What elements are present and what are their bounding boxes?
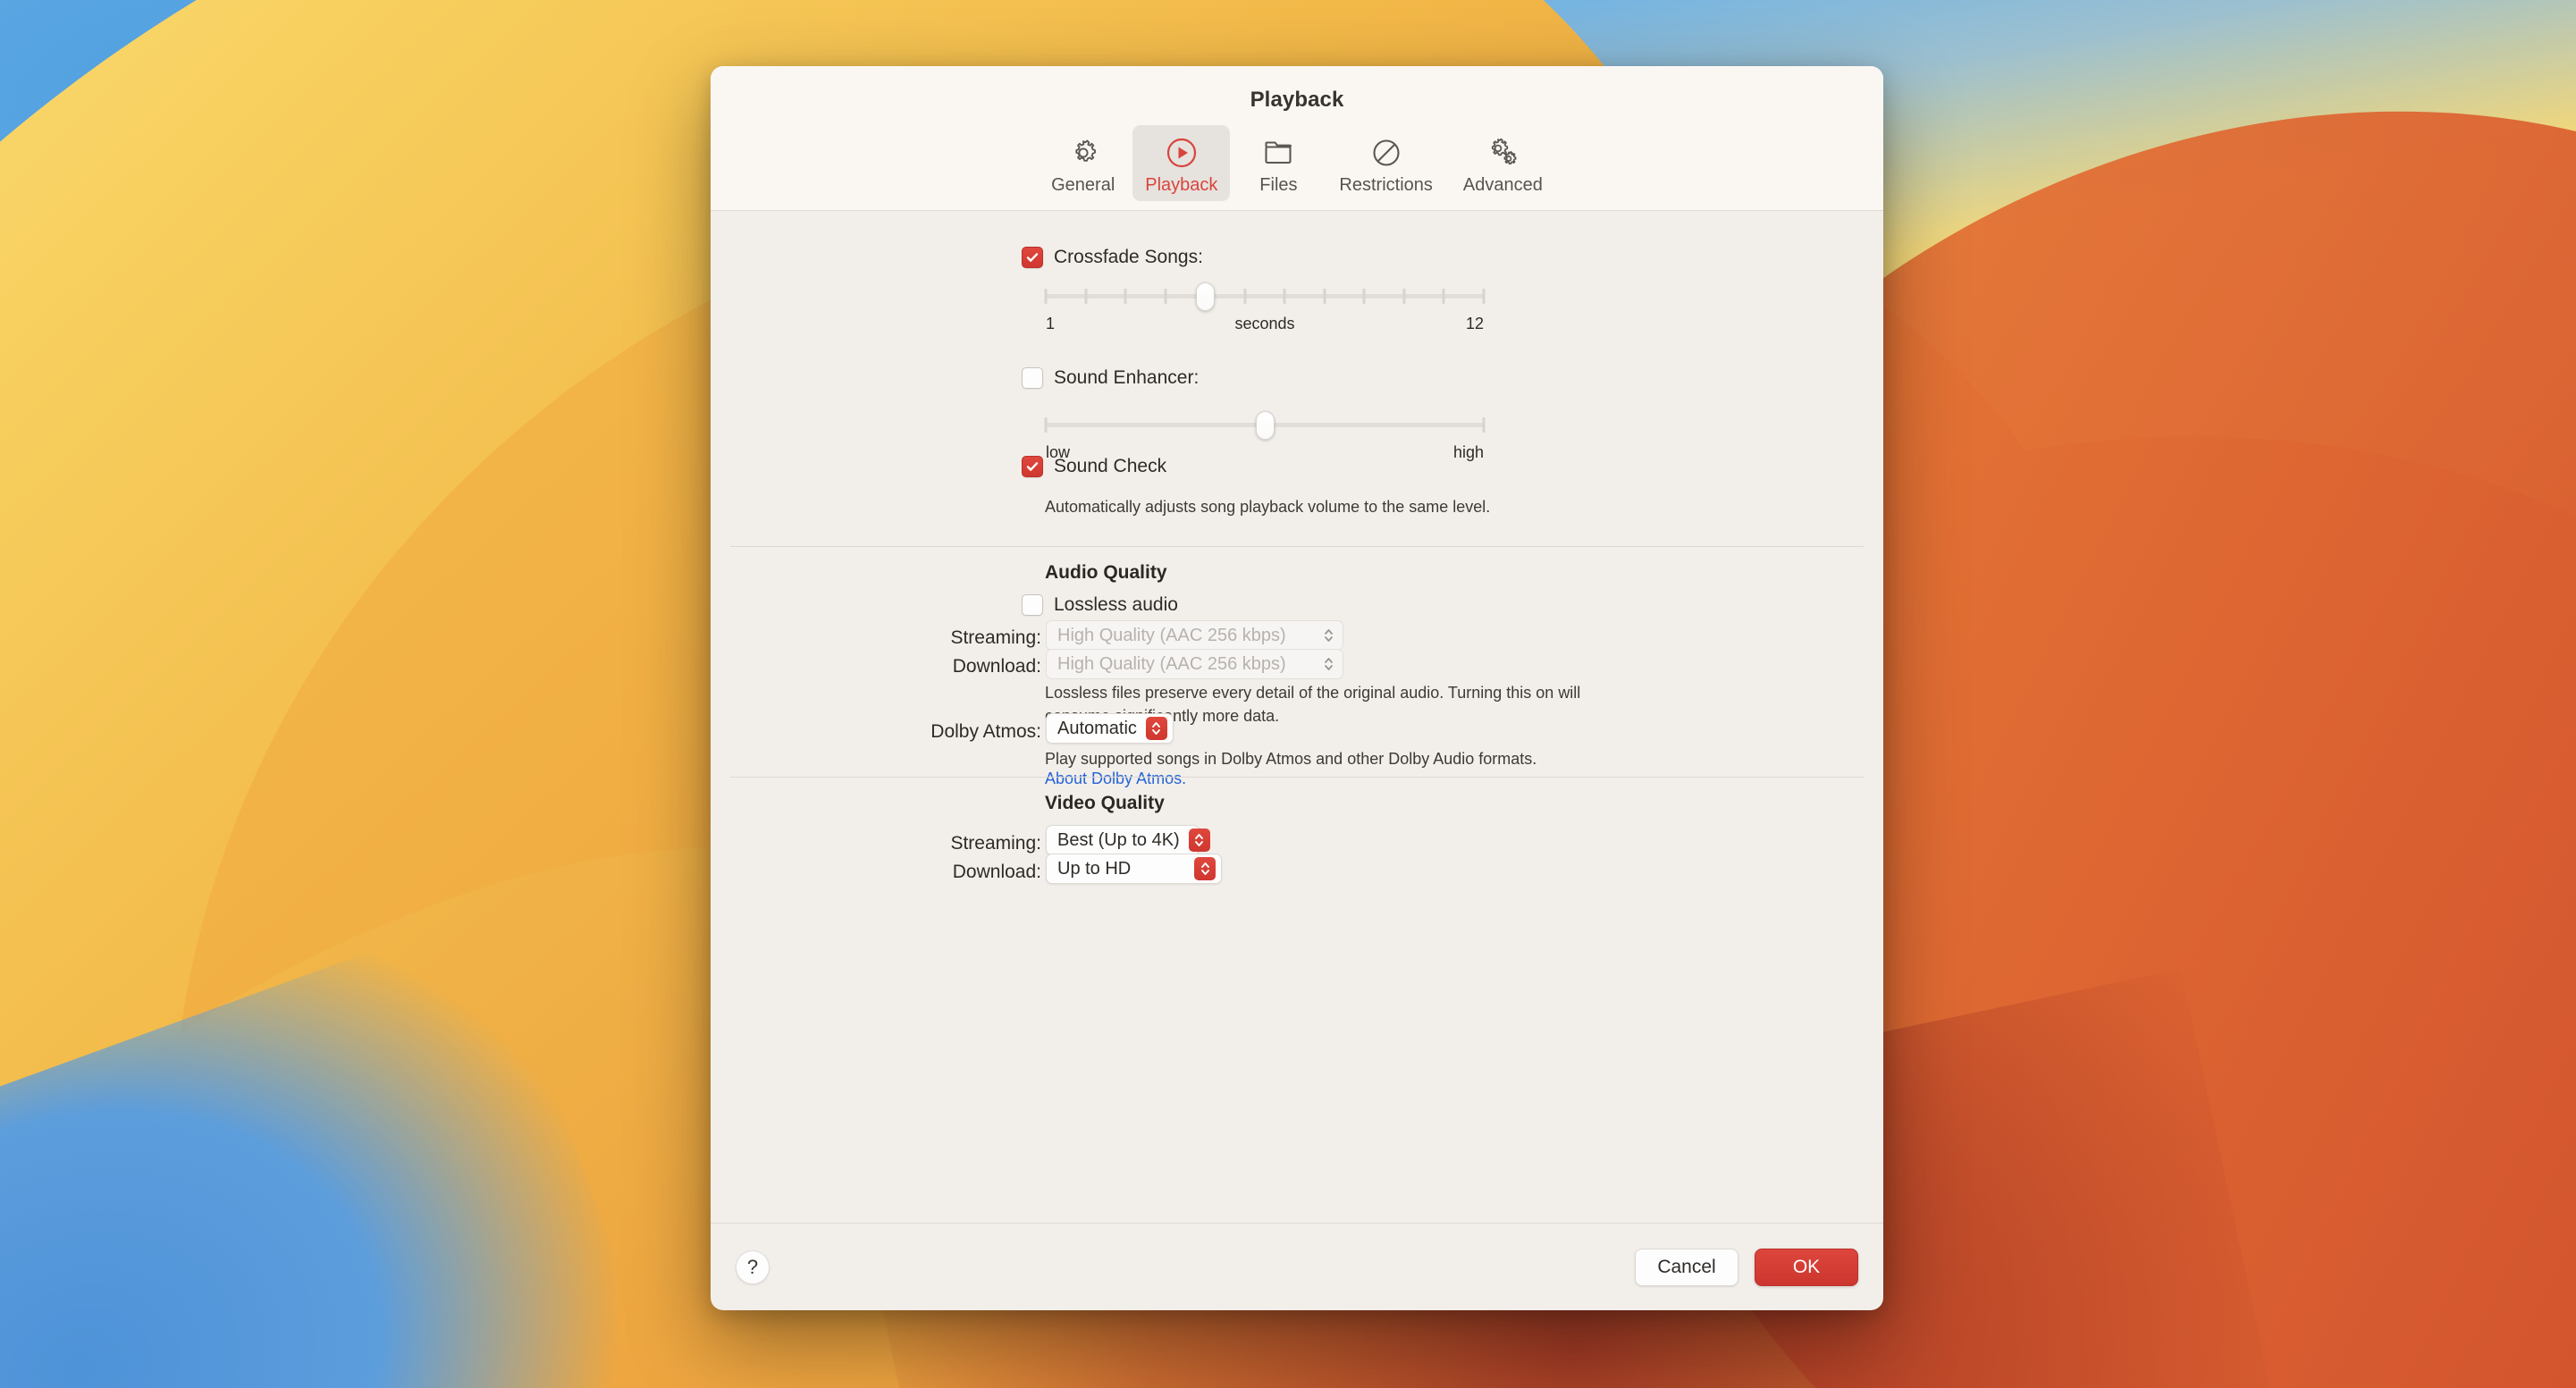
divider-audio-quality	[730, 546, 1864, 547]
crossfade-slider-group[interactable]: 1 seconds 12	[1046, 281, 1484, 333]
help-button[interactable]: ?	[736, 1250, 770, 1284]
audio-quality-heading: Audio Quality	[1045, 562, 1167, 584]
chevron-updown-icon	[1319, 624, 1337, 647]
crossfade-unit-label: seconds	[1234, 315, 1294, 333]
dolby-atmos-description: Play supported songs in Dolby Atmos and …	[1045, 747, 1724, 770]
sound-check-description: Automatically adjusts song playback volu…	[1045, 495, 1671, 518]
tab-restrictions-label: Restrictions	[1339, 175, 1432, 196]
video-streaming-value: Best (Up to 4K)	[1057, 830, 1180, 851]
audio-download-dropdown[interactable]: High Quality (AAC 256 kbps)	[1046, 649, 1343, 679]
slider-thumb[interactable]	[1256, 411, 1275, 440]
slider-tick	[1243, 289, 1246, 304]
preferences-dialog: Playback General Playba	[711, 66, 1883, 1310]
tab-playback[interactable]: Playback	[1132, 125, 1230, 201]
audio-download-value: High Quality (AAC 256 kbps)	[1057, 654, 1286, 675]
tab-advanced-label: Advanced	[1463, 175, 1543, 196]
double-gear-icon	[1482, 132, 1523, 173]
sound-enhancer-checkbox[interactable]	[1022, 367, 1043, 389]
slider-tick	[1483, 417, 1486, 433]
video-streaming-label: Streaming:	[871, 833, 1041, 854]
chevron-updown-icon	[1194, 857, 1216, 880]
slider-tick	[1084, 289, 1087, 304]
slider-tick	[1045, 417, 1048, 433]
divider-video-quality	[730, 777, 1864, 778]
video-download-dropdown[interactable]: Up to HD	[1046, 854, 1222, 884]
preferences-toolbar: General Playback Files	[711, 113, 1883, 210]
tab-general[interactable]: General	[1039, 125, 1127, 201]
tab-playback-label: Playback	[1145, 175, 1217, 196]
crossfade-songs-label: Crossfade Songs:	[1054, 247, 1203, 268]
lossless-audio-checkbox[interactable]	[1022, 594, 1043, 616]
cancel-button[interactable]: Cancel	[1635, 1249, 1738, 1286]
slider-tick	[1443, 289, 1445, 304]
sound-enhancer-slider-group[interactable]: low high	[1046, 409, 1484, 462]
dolby-atmos-dropdown[interactable]: Automatic	[1046, 713, 1174, 744]
slider-tick	[1284, 289, 1286, 304]
audio-streaming-label: Streaming:	[871, 627, 1041, 649]
ok-button[interactable]: OK	[1755, 1249, 1858, 1286]
tab-files[interactable]: Files	[1235, 125, 1321, 201]
sound-check-label: Sound Check	[1054, 456, 1166, 477]
crossfade-max-label: 12	[1466, 315, 1484, 333]
audio-streaming-dropdown[interactable]: High Quality (AAC 256 kbps)	[1046, 620, 1343, 651]
video-quality-heading: Video Quality	[1045, 793, 1165, 814]
no-entry-icon	[1366, 132, 1407, 173]
sound-enhancer-label: Sound Enhancer:	[1054, 367, 1199, 389]
sound-check-checkbox[interactable]	[1022, 456, 1043, 477]
gear-icon	[1063, 132, 1104, 173]
sound-enhancer-slider[interactable]	[1046, 409, 1484, 440]
dolby-atmos-label: Dolby Atmos:	[871, 721, 1041, 743]
dialog-footer: ? Cancel OK	[711, 1223, 1883, 1310]
slider-tick	[1363, 289, 1366, 304]
slider-tick	[1164, 289, 1166, 304]
about-dolby-atmos-link[interactable]: About Dolby Atmos.	[1045, 770, 1186, 788]
crossfade-songs-checkbox[interactable]	[1022, 247, 1043, 268]
video-download-value: Up to HD	[1057, 859, 1131, 879]
chevron-updown-icon	[1189, 829, 1210, 852]
tab-advanced[interactable]: Advanced	[1451, 125, 1555, 201]
sound-enhancer-row[interactable]: Sound Enhancer:	[1022, 367, 1199, 389]
crossfade-min-label: 1	[1046, 315, 1055, 333]
dolby-atmos-value: Automatic	[1057, 719, 1137, 739]
lossless-audio-row[interactable]: Lossless audio	[1022, 594, 1178, 616]
playback-settings-panel: Crossfade Songs: 1 seconds 12 Sound Enha…	[711, 211, 1883, 1223]
video-download-label: Download:	[871, 862, 1041, 883]
slider-tick	[1045, 289, 1048, 304]
audio-download-label: Download:	[871, 656, 1041, 677]
sound-check-row[interactable]: Sound Check	[1022, 456, 1166, 477]
chevron-updown-icon	[1146, 717, 1167, 740]
slider-tick	[1323, 289, 1326, 304]
slider-tick	[1402, 289, 1405, 304]
video-streaming-dropdown[interactable]: Best (Up to 4K)	[1046, 825, 1200, 855]
crossfade-songs-row[interactable]: Crossfade Songs:	[1022, 247, 1203, 268]
lossless-audio-label: Lossless audio	[1054, 594, 1178, 616]
crossfade-slider[interactable]	[1046, 281, 1484, 311]
crossfade-slider-track	[1046, 294, 1484, 299]
play-circle-icon	[1161, 132, 1202, 173]
slider-tick	[1483, 289, 1486, 304]
sound-enhancer-max-label: high	[1453, 443, 1484, 462]
folder-icon	[1258, 132, 1299, 173]
chevron-updown-icon	[1319, 652, 1337, 676]
window-title: Playback	[711, 88, 1883, 113]
slider-thumb[interactable]	[1196, 282, 1215, 311]
tab-restrictions[interactable]: Restrictions	[1326, 125, 1444, 201]
dialog-titlebar: Playback General Playba	[711, 66, 1883, 211]
tab-general-label: General	[1051, 175, 1115, 196]
slider-tick	[1124, 289, 1127, 304]
tab-files-label: Files	[1259, 175, 1297, 196]
crossfade-slider-captions: 1 seconds 12	[1046, 315, 1484, 333]
audio-streaming-value: High Quality (AAC 256 kbps)	[1057, 626, 1286, 646]
